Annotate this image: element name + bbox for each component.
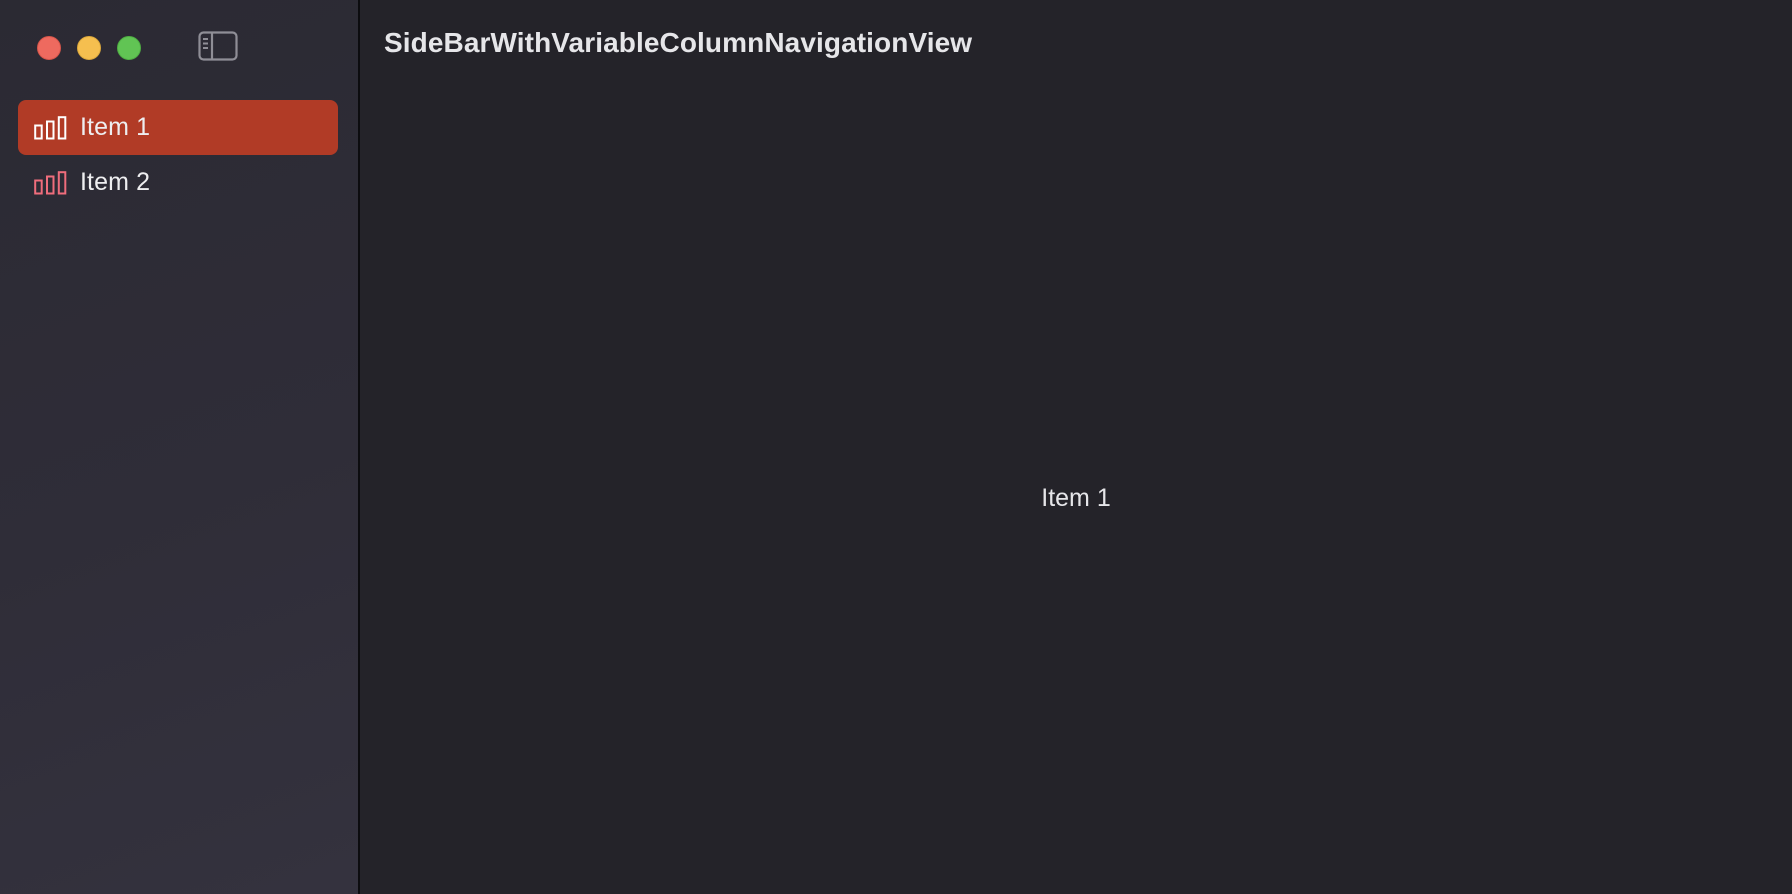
chart-bar-icon [34,115,68,140]
detail-content-text: Item 1 [1041,484,1111,512]
sidebar-list: Item 1 Item 2 [18,100,338,210]
app-window: Item 1 Item 2 SideBarWithVariableColumnN… [0,0,1792,894]
sidebar-item-label: Item 1 [80,113,151,141]
window-controls [37,36,141,60]
sidebar-left-icon [198,31,238,61]
sidebar: Item 1 Item 2 [0,0,358,894]
chart-bar-icon [34,170,68,195]
sidebar-item-item-1[interactable]: Item 1 [18,100,338,155]
window-title: SideBarWithVariableColumnNavigationView [384,27,973,58]
close-window-button[interactable] [37,36,61,60]
sidebar-item-item-2[interactable]: Item 2 [18,155,338,210]
sidebar-item-label: Item 2 [80,168,151,196]
minimize-window-button[interactable] [77,36,101,60]
toggle-sidebar-button[interactable] [197,29,239,63]
detail-pane: SideBarWithVariableColumnNavigationView … [360,0,1792,894]
zoom-window-button[interactable] [117,36,141,60]
